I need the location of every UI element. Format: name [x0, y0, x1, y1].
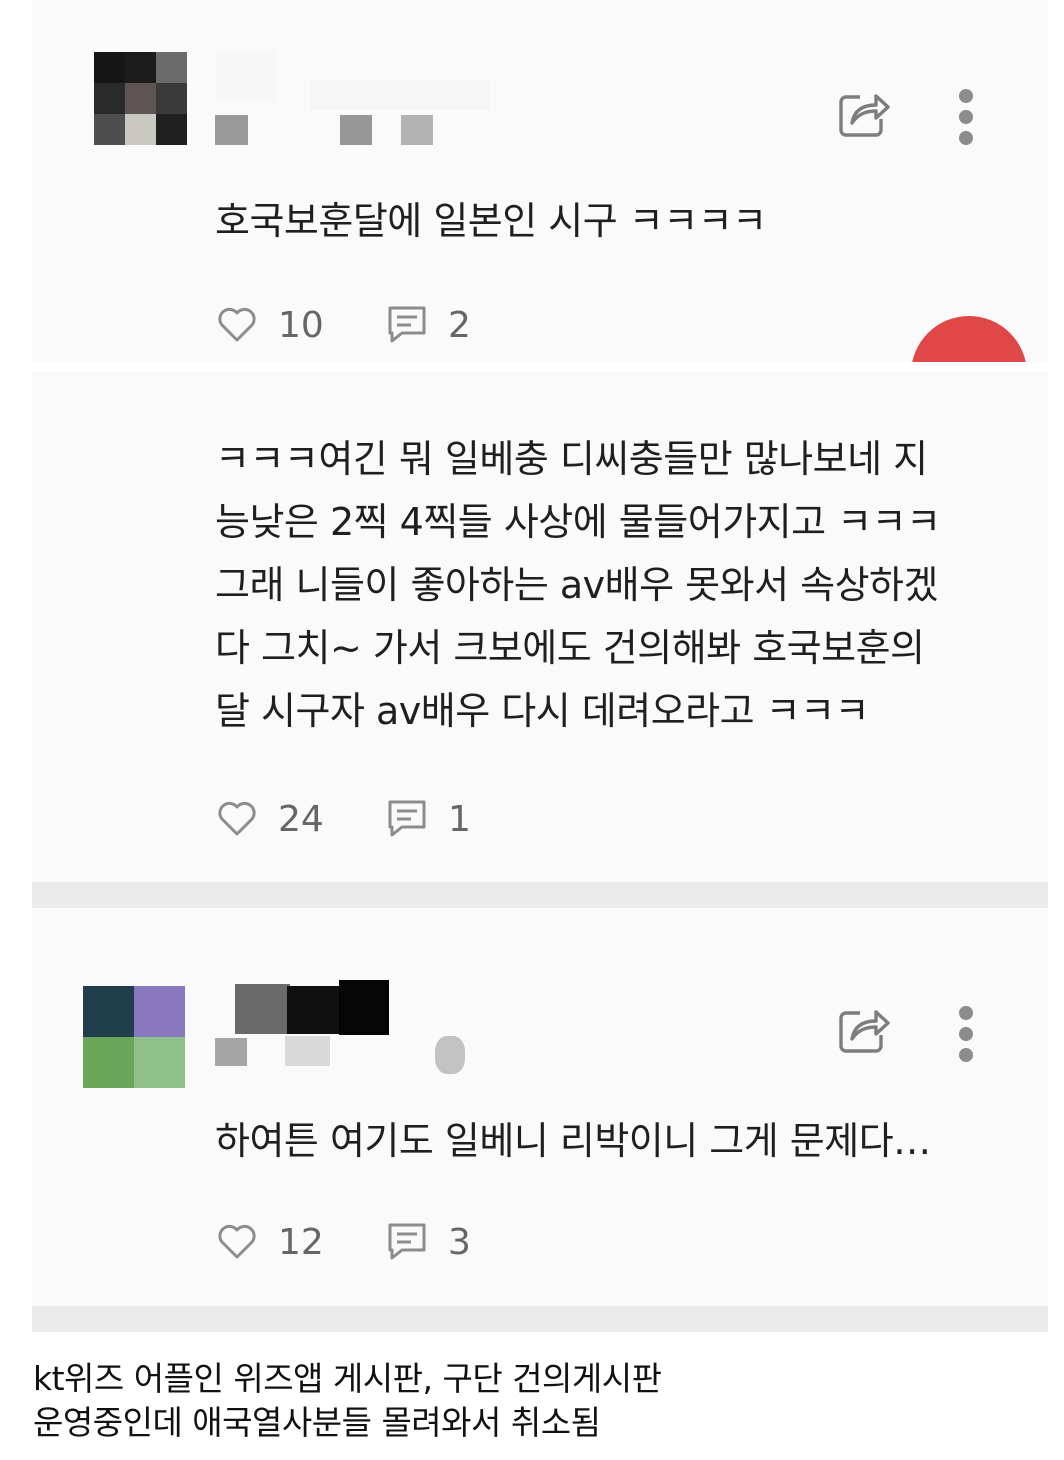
avatar[interactable]: [94, 52, 187, 145]
divider: [32, 882, 1048, 908]
floating-action-circle: [911, 316, 1027, 362]
comment-icon[interactable]: [385, 796, 429, 840]
reply-count: 3: [448, 1222, 471, 1263]
comment-stats: 10 2: [215, 302, 515, 352]
comment-text: ㅋㅋㅋ여긴 뭐 일베충 디씨충들만 많나보네 지 능낮은 2찍 4찍들 사상에 …: [215, 437, 941, 733]
like-count: 24: [278, 799, 324, 840]
like-count: 10: [278, 305, 324, 346]
reply-count: 1: [448, 799, 471, 840]
share-icon[interactable]: [836, 85, 892, 141]
more-options-icon[interactable]: [958, 89, 974, 145]
comment-stats: 24 1: [215, 796, 515, 846]
like-count: 12: [278, 1222, 324, 1263]
floating-action-button[interactable]: [880, 300, 1040, 362]
share-icon[interactable]: [836, 1001, 892, 1057]
comment-text: 호국보훈달에 일본인 시구 ㅋㅋㅋㅋ: [215, 199, 767, 243]
heart-icon[interactable]: [215, 1219, 259, 1263]
username-blurred[interactable]: [215, 972, 495, 1092]
comment-stats: 12 3: [215, 1219, 515, 1269]
heart-icon[interactable]: [215, 302, 259, 346]
caption: kt위즈 어플인 위즈앱 게시판, 구단 건의게시판 운영중인데 애국열사분들 …: [33, 1357, 1033, 1445]
more-options-icon[interactable]: [958, 1006, 974, 1062]
caption-line: 운영중인데 애국열사분들 몰려와서 취소됨: [33, 1403, 601, 1442]
heart-icon[interactable]: [215, 796, 259, 840]
divider: [32, 1306, 1048, 1332]
comment-card: [32, 908, 1048, 1306]
avatar[interactable]: [83, 986, 185, 1088]
comment-text: 하여튼 여기도 일베니 리박이니 그게 문제다…: [215, 1119, 931, 1163]
reply-count: 2: [448, 305, 471, 346]
username-blurred[interactable]: [215, 40, 505, 160]
comment-icon[interactable]: [385, 302, 429, 346]
caption-line: kt위즈 어플인 위즈앱 게시판, 구단 건의게시판: [33, 1359, 662, 1398]
comment-icon[interactable]: [385, 1219, 429, 1263]
